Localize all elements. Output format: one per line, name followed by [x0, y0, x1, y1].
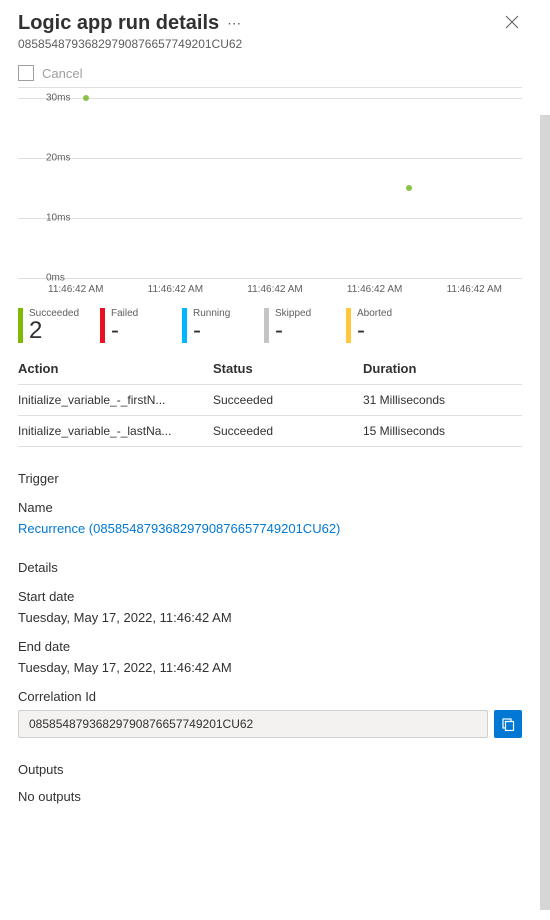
correlation-id-label: Correlation Id	[18, 689, 522, 704]
chart-point	[83, 95, 89, 101]
trigger-name-label: Name	[18, 500, 522, 515]
status-pill-succeeded[interactable]: Succeeded2	[18, 308, 100, 343]
duration-chart: 30ms20ms10ms0ms 11:46:42 AM11:46:42 AM11…	[18, 98, 522, 298]
chart-y-tick: 20ms	[46, 153, 70, 164]
chart-gridline	[18, 278, 522, 279]
actions-table: Action Status Duration Initialize_variab…	[18, 353, 522, 447]
close-button[interactable]	[502, 12, 522, 32]
chart-gridline	[18, 98, 522, 99]
chart-x-tick: 11:46:42 AM	[447, 284, 502, 295]
copy-button[interactable]	[494, 710, 522, 738]
cell-action: Initialize_variable_-_firstN...	[18, 393, 213, 407]
table-row[interactable]: Initialize_variable_-_firstN...Succeeded…	[18, 385, 522, 416]
end-date-label: End date	[18, 639, 522, 654]
divider	[18, 87, 522, 88]
status-value: -	[275, 319, 311, 343]
cancel-icon	[18, 65, 34, 81]
trigger-name-link[interactable]: Recurrence (0858548793682979087665774920…	[18, 521, 522, 536]
status-pill-skipped[interactable]: Skipped-	[264, 308, 346, 343]
cancel-label: Cancel	[42, 66, 82, 81]
start-date-label: Start date	[18, 589, 522, 604]
scrollbar[interactable]	[540, 115, 550, 910]
chart-x-tick: 11:46:42 AM	[347, 284, 402, 295]
copy-icon	[501, 717, 515, 731]
chart-y-tick: 10ms	[46, 213, 70, 224]
status-value: -	[193, 319, 230, 343]
details-section-label: Details	[18, 560, 522, 575]
start-date-value: Tuesday, May 17, 2022, 11:46:42 AM	[18, 610, 522, 625]
chart-y-tick: 30ms	[46, 93, 70, 104]
outputs-value: No outputs	[18, 789, 522, 804]
header-action: Action	[18, 361, 213, 376]
page-title: Logic app run details	[18, 12, 219, 35]
trigger-section: Trigger Name Recurrence (085854879368297…	[18, 471, 522, 536]
more-icon[interactable]: ⋯	[227, 15, 242, 32]
table-row[interactable]: Initialize_variable_-_lastNa...Succeeded…	[18, 416, 522, 447]
cell-duration: 31 Milliseconds	[363, 393, 522, 407]
chart-y-tick: 0ms	[46, 273, 65, 284]
status-pill-aborted[interactable]: Aborted-	[346, 308, 428, 343]
chart-point	[406, 185, 412, 191]
status-value: -	[111, 319, 138, 343]
chart-x-tick: 11:46:42 AM	[148, 284, 203, 295]
header-status: Status	[213, 361, 363, 376]
chart-x-tick: 11:46:42 AM	[247, 284, 302, 295]
correlation-id-value: 08585487936829790876657749201CU62	[18, 710, 488, 738]
cell-action: Initialize_variable_-_lastNa...	[18, 424, 213, 438]
end-date-value: Tuesday, May 17, 2022, 11:46:42 AM	[18, 660, 522, 675]
cell-duration: 15 Milliseconds	[363, 424, 522, 438]
cancel-button[interactable]: Cancel	[18, 65, 522, 81]
status-value: 2	[29, 319, 79, 343]
table-header: Action Status Duration	[18, 353, 522, 385]
panel-header: Logic app run details ⋯ 0858548793682979…	[18, 12, 522, 51]
cell-status: Succeeded	[213, 393, 363, 407]
status-pill-failed[interactable]: Failed-	[100, 308, 182, 343]
cell-status: Succeeded	[213, 424, 363, 438]
outputs-section-label: Outputs	[18, 762, 522, 777]
close-icon	[505, 15, 519, 29]
chart-gridline	[18, 218, 522, 219]
chart-gridline	[18, 158, 522, 159]
trigger-section-label: Trigger	[18, 471, 522, 486]
header-duration: Duration	[363, 361, 522, 376]
status-value: -	[357, 319, 392, 343]
chart-x-tick: 11:46:42 AM	[48, 284, 103, 295]
outputs-section: Outputs No outputs	[18, 762, 522, 804]
status-pill-running[interactable]: Running-	[182, 308, 264, 343]
status-summary: Succeeded2Failed-Running-Skipped-Aborted…	[18, 308, 522, 343]
details-section: Details Start date Tuesday, May 17, 2022…	[18, 560, 522, 738]
run-id-subtitle: 08585487936829790876657749201CU62	[18, 37, 502, 51]
